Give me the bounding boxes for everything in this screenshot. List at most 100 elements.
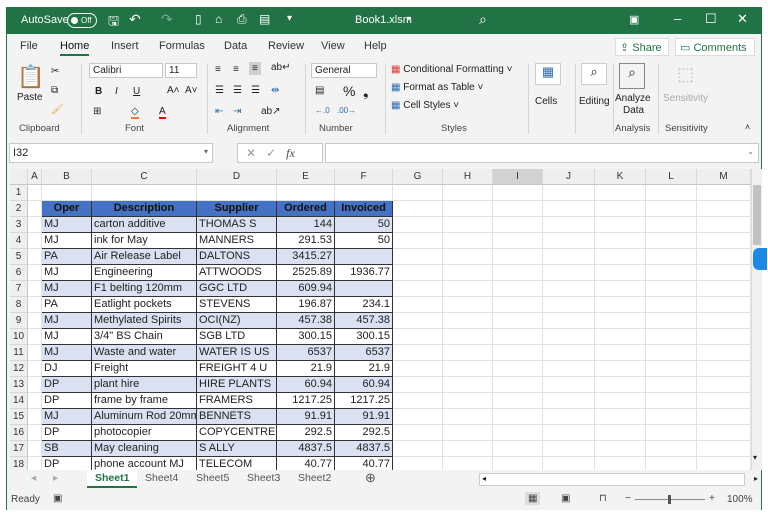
- table-cell[interactable]: MJ: [42, 217, 92, 233]
- cell[interactable]: [28, 265, 42, 281]
- cell[interactable]: [697, 329, 751, 345]
- cell[interactable]: [543, 313, 595, 329]
- cell[interactable]: [543, 297, 595, 313]
- format-painter-icon[interactable]: 🖌: [51, 104, 64, 115]
- row-header-8[interactable]: 8: [10, 297, 28, 313]
- table-cell[interactable]: STEVENS: [197, 297, 277, 313]
- table-cell[interactable]: 4837.5: [335, 441, 393, 457]
- cells-button[interactable]: Cells: [535, 96, 557, 107]
- cell[interactable]: [595, 297, 646, 313]
- align-right-icon[interactable]: ☰: [251, 85, 260, 96]
- vertical-scroll-thumb[interactable]: [753, 185, 761, 245]
- cell[interactable]: [697, 393, 751, 409]
- row-header-2[interactable]: 2: [10, 201, 28, 217]
- table-cell[interactable]: MJ: [42, 265, 92, 281]
- cell[interactable]: [543, 201, 595, 217]
- cell[interactable]: [443, 297, 493, 313]
- cell[interactable]: [493, 265, 543, 281]
- table-cell[interactable]: [335, 281, 393, 297]
- cell[interactable]: [443, 345, 493, 361]
- cell[interactable]: [393, 345, 443, 361]
- cell[interactable]: [543, 185, 595, 201]
- paste-icon[interactable]: 📋: [17, 64, 44, 90]
- redo-icon[interactable]: ↷: [161, 11, 173, 28]
- column-header-d[interactable]: D: [197, 169, 277, 185]
- analyze-data-icon[interactable]: ⌕: [619, 63, 645, 89]
- table-cell[interactable]: 300.15: [335, 329, 393, 345]
- cell[interactable]: [543, 217, 595, 233]
- cell[interactable]: [393, 265, 443, 281]
- table-cell[interactable]: ATTWOODS: [197, 265, 277, 281]
- copy-icon[interactable]: ⧉: [51, 85, 58, 96]
- cell[interactable]: [393, 393, 443, 409]
- table-cell[interactable]: Aluminum Rod 20mm: [92, 409, 197, 425]
- cell[interactable]: [697, 217, 751, 233]
- autosave-toggle[interactable]: Off: [67, 13, 97, 28]
- worksheet-grid[interactable]: ABCDEFGHIJKLM12OperDescriptionSupplierOr…: [10, 169, 751, 473]
- table-cell[interactable]: [335, 249, 393, 265]
- row-header-16[interactable]: 16: [10, 425, 28, 441]
- cell[interactable]: [595, 201, 646, 217]
- cell[interactable]: [393, 249, 443, 265]
- percent-icon[interactable]: %: [343, 83, 355, 99]
- cell[interactable]: [595, 217, 646, 233]
- cell[interactable]: [443, 441, 493, 457]
- row-header-14[interactable]: 14: [10, 393, 28, 409]
- table-cell[interactable]: MJ: [42, 313, 92, 329]
- cell[interactable]: [646, 297, 697, 313]
- ribbon-display-icon[interactable]: ▣: [629, 13, 639, 26]
- cell[interactable]: [28, 377, 42, 393]
- table-header-cell[interactable]: Supplier: [197, 201, 277, 217]
- cell[interactable]: [393, 217, 443, 233]
- scroll-left-icon[interactable]: ◂: [482, 474, 486, 483]
- table-header-cell[interactable]: Description: [92, 201, 197, 217]
- cell[interactable]: [646, 361, 697, 377]
- table-cell[interactable]: 60.94: [277, 377, 335, 393]
- cut-icon[interactable]: ✂: [51, 66, 59, 77]
- font-color-icon[interactable]: A: [159, 106, 166, 119]
- cell[interactable]: [443, 313, 493, 329]
- cell[interactable]: [393, 425, 443, 441]
- column-header-c[interactable]: C: [92, 169, 197, 185]
- column-header-h[interactable]: H: [443, 169, 493, 185]
- table-cell[interactable]: BENNETS: [197, 409, 277, 425]
- table-cell[interactable]: COPYCENTRE: [197, 425, 277, 441]
- page-break-icon[interactable]: ⊓: [599, 493, 607, 504]
- sheet-tab-sheet1[interactable]: Sheet1: [87, 470, 137, 488]
- table-cell[interactable]: 292.5: [335, 425, 393, 441]
- increase-decimal-icon[interactable]: ←.0: [315, 106, 330, 115]
- cell[interactable]: [28, 441, 42, 457]
- align-center-icon[interactable]: ☰: [233, 85, 242, 96]
- table-cell[interactable]: 4837.5: [277, 441, 335, 457]
- table-cell[interactable]: 609.94: [277, 281, 335, 297]
- table-cell[interactable]: 3415.27: [277, 249, 335, 265]
- table-cell[interactable]: 292.5: [277, 425, 335, 441]
- cell[interactable]: [493, 185, 543, 201]
- find-icon[interactable]: ⌕: [581, 63, 607, 85]
- cell[interactable]: [28, 345, 42, 361]
- table-cell[interactable]: MJ: [42, 329, 92, 345]
- sensitivity-button[interactable]: Sensitivity: [663, 93, 708, 104]
- table-cell[interactable]: DJ: [42, 361, 92, 377]
- cell[interactable]: [28, 217, 42, 233]
- cell[interactable]: [697, 313, 751, 329]
- comments-button[interactable]: ▭ Comments: [675, 38, 755, 56]
- table-cell[interactable]: 300.15: [277, 329, 335, 345]
- table-cell[interactable]: Engineering: [92, 265, 197, 281]
- table-cell[interactable]: 457.38: [335, 313, 393, 329]
- table-cell[interactable]: Methylated Spirits: [92, 313, 197, 329]
- conditional-formatting-button[interactable]: ▦ Conditional Formatting ˅: [391, 64, 512, 75]
- cell[interactable]: [493, 345, 543, 361]
- cell[interactable]: [697, 281, 751, 297]
- cell[interactable]: [443, 249, 493, 265]
- borders-icon[interactable]: ⊞: [93, 106, 101, 117]
- cell[interactable]: [646, 249, 697, 265]
- cell[interactable]: [393, 313, 443, 329]
- column-header-m[interactable]: M: [697, 169, 751, 185]
- cell[interactable]: [595, 361, 646, 377]
- cell[interactable]: [393, 201, 443, 217]
- zoom-slider-thumb[interactable]: [668, 495, 671, 504]
- expand-formula-icon[interactable]: ⌄: [747, 147, 754, 156]
- new-file-icon[interactable]: ▯: [195, 12, 202, 26]
- cell[interactable]: [646, 425, 697, 441]
